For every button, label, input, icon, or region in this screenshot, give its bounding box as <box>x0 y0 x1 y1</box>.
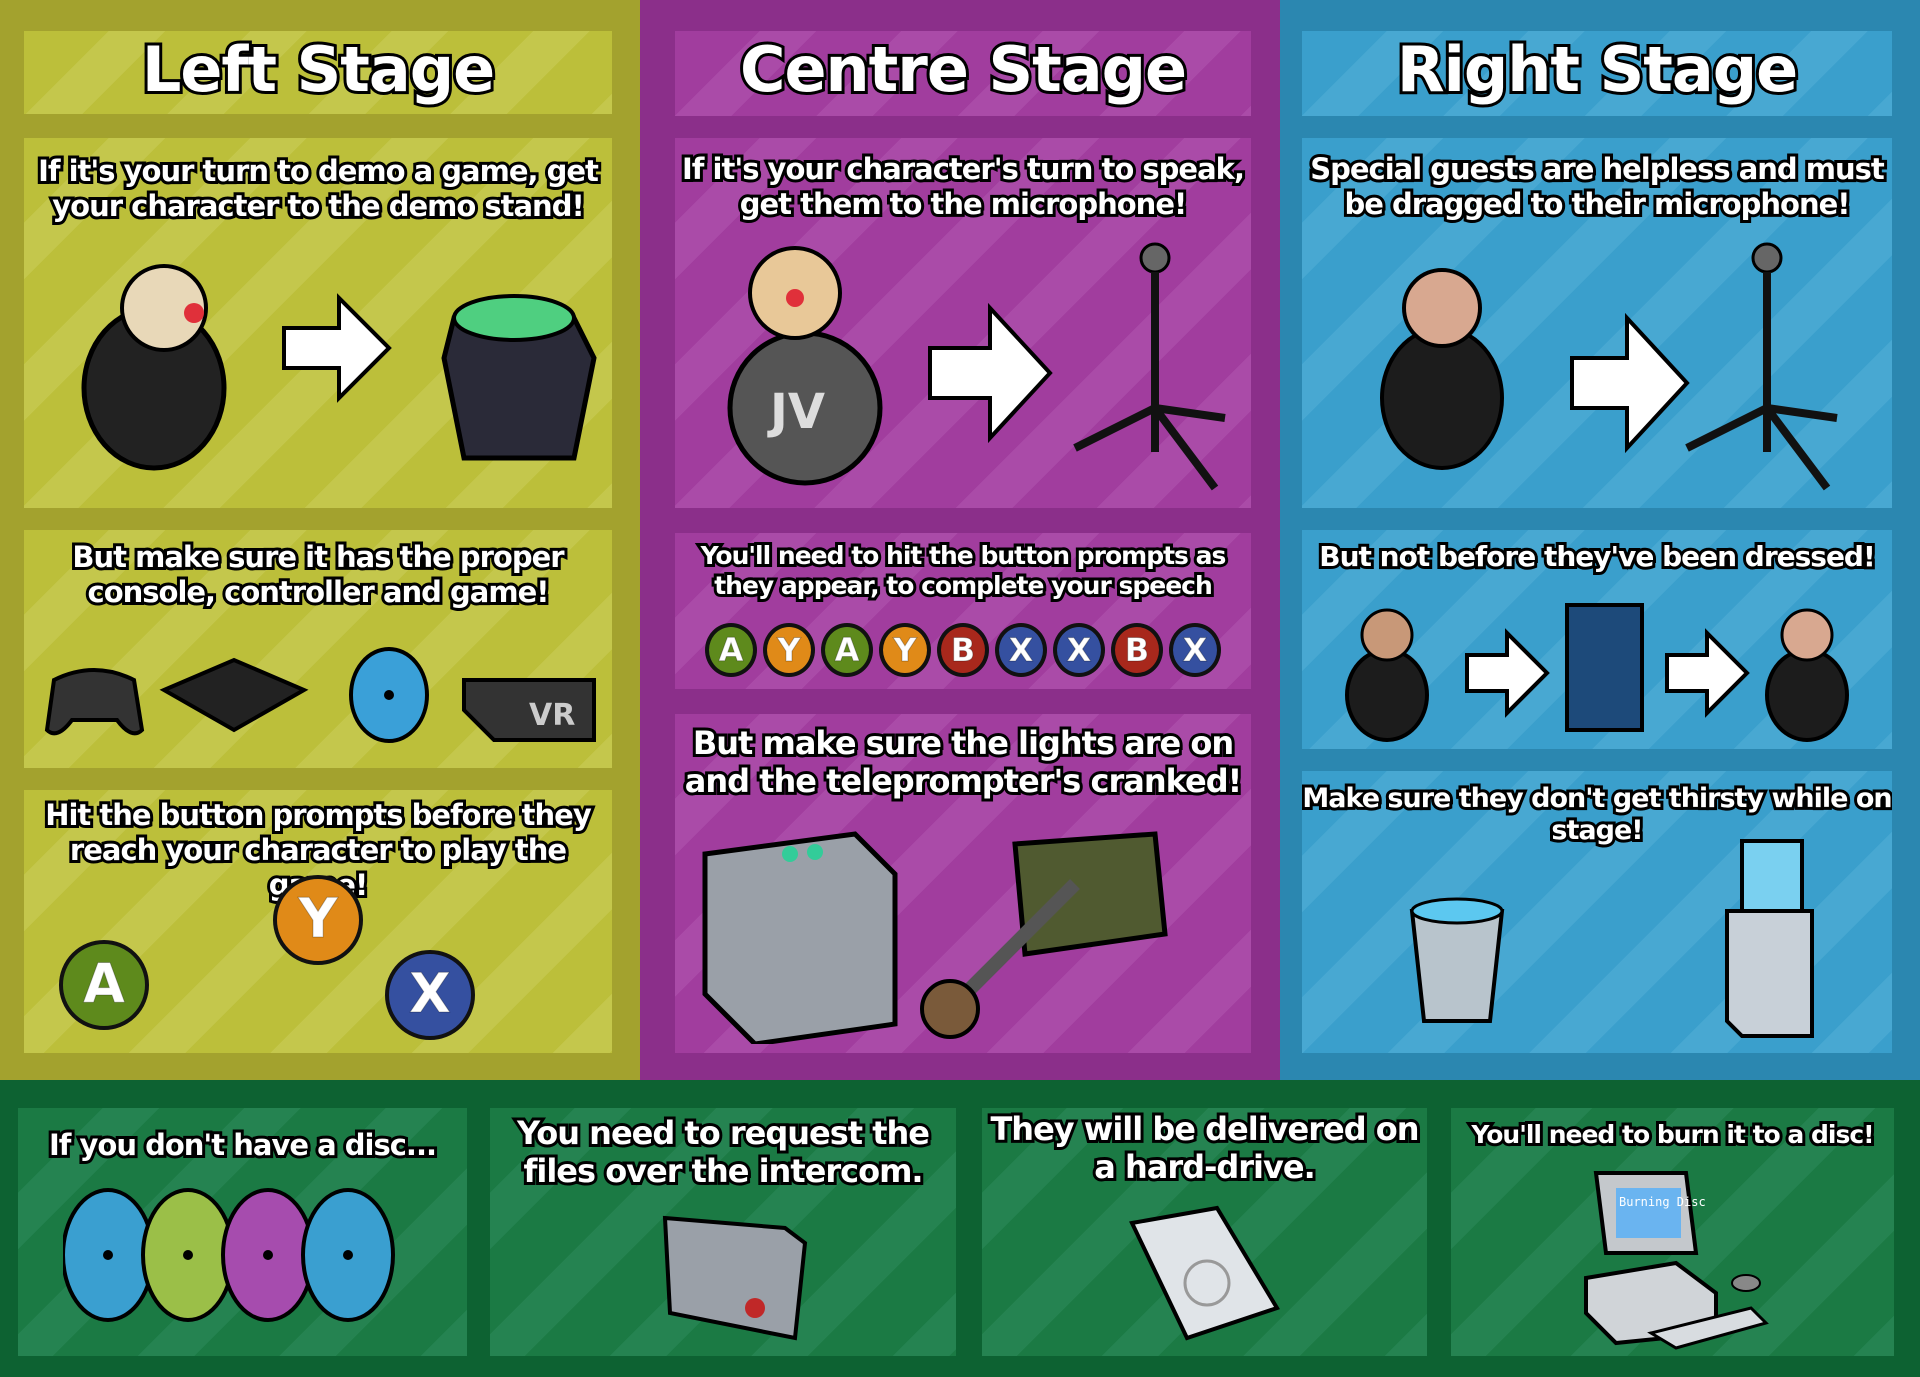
bottom-panel-no-disc: If you don't have a disc... <box>18 1108 467 1356</box>
bottom-panel1-text: If you don't have a disc... <box>46 1125 440 1165</box>
left-panel-demo: If it's your turn to demo a game, get yo… <box>24 138 612 508</box>
guest-to-microphone-illustration <box>1380 242 1838 491</box>
disc-hole <box>263 1250 273 1260</box>
left-stage-title: Left Stage <box>139 31 498 109</box>
left-panel-console: But make sure it has the proper console,… <box>24 530 612 768</box>
console-items-illustration: VR <box>44 647 596 743</box>
prompt-x: X <box>382 950 478 1040</box>
centre-panel3-text: But make sure the lights are on and the … <box>682 721 1245 803</box>
water-cooler-icon <box>1740 839 1804 913</box>
bottom-panel4-text: You'll need to burn it to a disc! <box>1468 1117 1877 1152</box>
button-prompt-y: Y <box>763 623 815 677</box>
right-panel-dressed: But not before they've been dressed! <box>1302 530 1892 749</box>
right-stage-column: Right Stage Special guests are helpless … <box>1280 0 1920 1080</box>
button-prompt-a: A <box>821 623 873 677</box>
button-prompt-x: X <box>385 950 475 1040</box>
bottom-panel-hard-drive: They will be delivered on a hard-drive. <box>982 1108 1427 1356</box>
arrow-right-icon <box>282 293 392 403</box>
right-stage-header: Right Stage <box>1302 31 1892 116</box>
button-prompt-b: B <box>937 623 989 677</box>
light-switch-box-icon <box>702 831 898 1044</box>
right-panel2-text: But not before they've been dressed! <box>1316 537 1879 576</box>
button-prompt-x: X <box>1053 623 1105 677</box>
bottom-panel-intercom: You need to request the files over the i… <box>490 1108 956 1356</box>
bottom-panel2-text: You need to request the files over the i… <box>514 1111 933 1193</box>
mouse-icon <box>1731 1274 1761 1292</box>
vr-label: VR <box>529 698 575 733</box>
cup-icon <box>1409 909 1505 1023</box>
left-stage-header: Left Stage <box>24 31 612 114</box>
disc-hole <box>183 1250 193 1260</box>
left-panel-prompts: Hit the button prompts before they reach… <box>24 790 612 1053</box>
lights-and-teleprompter-illustration <box>702 831 1168 1044</box>
button-prompt-a: A <box>59 940 149 1030</box>
microphone-icon <box>1139 242 1171 274</box>
character-to-microphone-illustration: JV <box>727 242 1226 491</box>
prompt-a: A <box>56 940 152 1030</box>
right-panel-guests: Special guests are helpless and must be … <box>1302 138 1892 508</box>
button-prompt-x: X <box>1169 623 1221 677</box>
intercom-icon <box>662 1215 808 1341</box>
character-to-demo-stand-illustration <box>81 264 597 471</box>
centre-stage-header: Centre Stage <box>675 31 1251 116</box>
water-cooler-illustration <box>1409 839 1814 1038</box>
right-stage-title: Right Stage <box>1394 31 1801 109</box>
guest-dressing-illustration <box>1345 603 1849 742</box>
controller-icon <box>44 668 145 736</box>
button-prompt-y: Y <box>879 623 931 677</box>
bottom-panel-burn: You'll need to burn it to a disc! Burnin… <box>1451 1108 1894 1356</box>
centre-panel-prompts: You'll need to hit the button prompts as… <box>675 533 1251 689</box>
right-panel-thirsty: Make sure they don't get thirsty while o… <box>1302 771 1892 1053</box>
discs-illustration <box>63 1188 395 1322</box>
computer-icon: Burning Disc <box>1584 1171 1769 1350</box>
centre-panel-lights: But make sure the lights are on and the … <box>675 714 1251 1053</box>
centre-panel2-text: You'll need to hit the button prompts as… <box>698 538 1230 603</box>
button-prompt-b: B <box>1111 623 1163 677</box>
changing-room-door-icon <box>1565 603 1644 732</box>
centre-panel-speak: If it's your character's turn to speak, … <box>675 138 1251 508</box>
prompt-y: Y <box>270 875 366 965</box>
button-prompt-row: AYAYBXXBX <box>675 623 1251 677</box>
bottom-panel3-text: They will be delivered on a hard-drive. <box>987 1108 1422 1189</box>
screen-text: Burning Disc <box>1619 1195 1706 1209</box>
console-icon <box>159 657 309 733</box>
button-prompt-a: A <box>705 623 757 677</box>
disc-hole <box>103 1250 113 1260</box>
arrow-right-icon <box>1465 628 1550 718</box>
button-prompt-x: X <box>995 623 1047 677</box>
arrow-right-icon <box>1570 312 1690 454</box>
arrow-right-icon <box>928 302 1053 444</box>
left-panel2-text: But make sure it has the proper console,… <box>69 537 567 612</box>
centre-panel1-text: If it's your character's turn to speak, … <box>679 149 1248 224</box>
left-panel1-text: If it's your turn to demo a game, get yo… <box>35 151 602 226</box>
bottom-section: If you don't have a disc... You need to … <box>0 1080 1920 1377</box>
right-panel1-text: Special guests are helpless and must be … <box>1307 149 1888 224</box>
arrow-right-icon <box>1665 628 1750 718</box>
teleprompter-crank-icon <box>1012 831 1168 957</box>
disc-hole <box>343 1250 353 1260</box>
character-label: JV <box>767 384 825 440</box>
microphone-icon <box>1751 242 1783 274</box>
left-stage-column: Left Stage If it's your turn to demo a g… <box>0 0 640 1080</box>
centre-stage-column: Centre Stage If it's your character's tu… <box>640 0 1280 1080</box>
hard-drive-icon <box>1129 1205 1280 1341</box>
button-prompt-y: Y <box>273 875 363 965</box>
centre-stage-title: Centre Stage <box>737 31 1190 109</box>
